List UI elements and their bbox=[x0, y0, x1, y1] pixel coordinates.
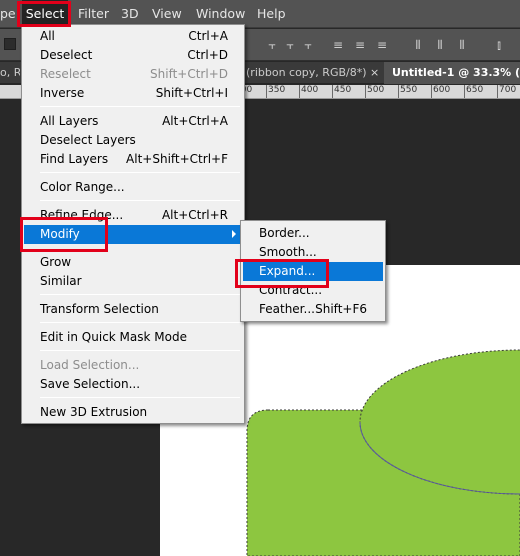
menu-separator bbox=[40, 294, 240, 295]
menu-separator bbox=[40, 172, 240, 173]
auto-align-icon[interactable]: ⫾ bbox=[492, 38, 506, 52]
ruler-number: 650 bbox=[466, 85, 484, 95]
distribute-right-icon[interactable]: ⫴ bbox=[455, 38, 469, 52]
ruler-number: 350 bbox=[268, 85, 286, 95]
ruler-tick bbox=[497, 85, 498, 98]
menu-type[interactable]: pe bbox=[0, 0, 16, 28]
ruler-tick bbox=[332, 85, 333, 98]
menu-item-all-layers[interactable]: All Layers Alt+Ctrl+A bbox=[24, 112, 242, 131]
menu-separator bbox=[40, 106, 240, 107]
ruler-tick bbox=[464, 85, 465, 98]
tab-partial-left[interactable]: o, R bbox=[0, 62, 20, 84]
ruler-tick bbox=[299, 85, 300, 98]
menu-item-expand[interactable]: Expand... bbox=[243, 262, 383, 281]
menu-separator bbox=[40, 200, 240, 201]
menu-item-deselect[interactable]: Deselect Ctrl+D bbox=[24, 46, 242, 65]
menu-item-grow[interactable]: Grow bbox=[24, 253, 242, 272]
menu-help[interactable]: Help bbox=[257, 0, 286, 28]
modify-submenu: Border... Smooth... Expand... Contract..… bbox=[240, 220, 386, 322]
tab-ribbon-copy[interactable]: (ribbon copy, RGB/8*) bbox=[246, 62, 366, 84]
distribute-left-icon[interactable]: ⫴ bbox=[411, 38, 425, 52]
submenu-arrow-icon bbox=[232, 230, 236, 238]
ruler-tick bbox=[431, 85, 432, 98]
distribute-top-icon[interactable]: ≡ bbox=[331, 38, 345, 52]
menu-item-color-range[interactable]: Color Range... bbox=[24, 178, 242, 197]
menu-item-transform-selection[interactable]: Transform Selection bbox=[24, 300, 242, 319]
ruler-number: 700 bbox=[499, 85, 517, 95]
menu-separator bbox=[40, 322, 240, 323]
menu-item-border[interactable]: Border... bbox=[243, 224, 383, 243]
distribute-bottom-icon[interactable]: ≡ bbox=[375, 38, 389, 52]
menu-item-find-layers[interactable]: Find Layers Alt+Shift+Ctrl+F bbox=[24, 150, 242, 169]
menu-item-save-selection[interactable]: Save Selection... bbox=[24, 375, 242, 394]
menu-item-feather[interactable]: Feather... Shift+F6 bbox=[243, 300, 383, 319]
option-checkbox[interactable] bbox=[4, 38, 16, 50]
ruler-tick bbox=[365, 85, 366, 98]
ruler-tick bbox=[266, 85, 267, 98]
ruler-number: 400 bbox=[301, 85, 319, 95]
tab-untitled-1[interactable]: Untitled-1 @ 33.3% (Ellip bbox=[384, 62, 520, 84]
menu-separator bbox=[40, 350, 240, 351]
menu-item-all[interactable]: All Ctrl+A bbox=[24, 27, 242, 46]
menu-item-inverse[interactable]: Inverse Shift+Ctrl+I bbox=[24, 84, 242, 103]
ruler-number: 500 bbox=[367, 85, 385, 95]
menu-separator bbox=[40, 397, 240, 398]
ruler-number: 550 bbox=[400, 85, 418, 95]
menu-item-new-3d-extrusion[interactable]: New 3D Extrusion bbox=[24, 403, 242, 422]
menu-item-similar[interactable]: Similar bbox=[24, 272, 242, 291]
select-menu-dropdown: All Ctrl+A Deselect Ctrl+D Reselect Shift+C… bbox=[21, 24, 245, 424]
menu-item-contract[interactable]: Contract... bbox=[243, 281, 383, 300]
distribute-vcenter-icon[interactable]: ≡ bbox=[353, 38, 367, 52]
align-top-icon[interactable]: ⫟ bbox=[265, 38, 279, 52]
distribute-hcenter-icon[interactable]: ⫴ bbox=[433, 38, 447, 52]
menu-item-modify[interactable]: Modify bbox=[24, 225, 242, 244]
menu-item-smooth[interactable]: Smooth... bbox=[243, 243, 383, 262]
menu-item-deselect-layers[interactable]: Deselect Layers bbox=[24, 131, 242, 150]
close-icon[interactable]: × bbox=[370, 62, 379, 84]
align-vcenter-icon[interactable]: ⫟ bbox=[283, 38, 297, 52]
ruler-number: 450 bbox=[334, 85, 352, 95]
ruler-tick bbox=[398, 85, 399, 98]
align-bottom-icon[interactable]: ⫟ bbox=[301, 38, 315, 52]
menu-item-load-selection[interactable]: Load Selection... bbox=[24, 356, 242, 375]
menu-item-refine-edge[interactable]: Refine Edge... Alt+Ctrl+R bbox=[24, 206, 242, 225]
ruler-number: 600 bbox=[433, 85, 451, 95]
menu-item-reselect[interactable]: Reselect Shift+Ctrl+D bbox=[24, 65, 242, 84]
menu-item-quick-mask[interactable]: Edit in Quick Mask Mode bbox=[24, 328, 242, 347]
